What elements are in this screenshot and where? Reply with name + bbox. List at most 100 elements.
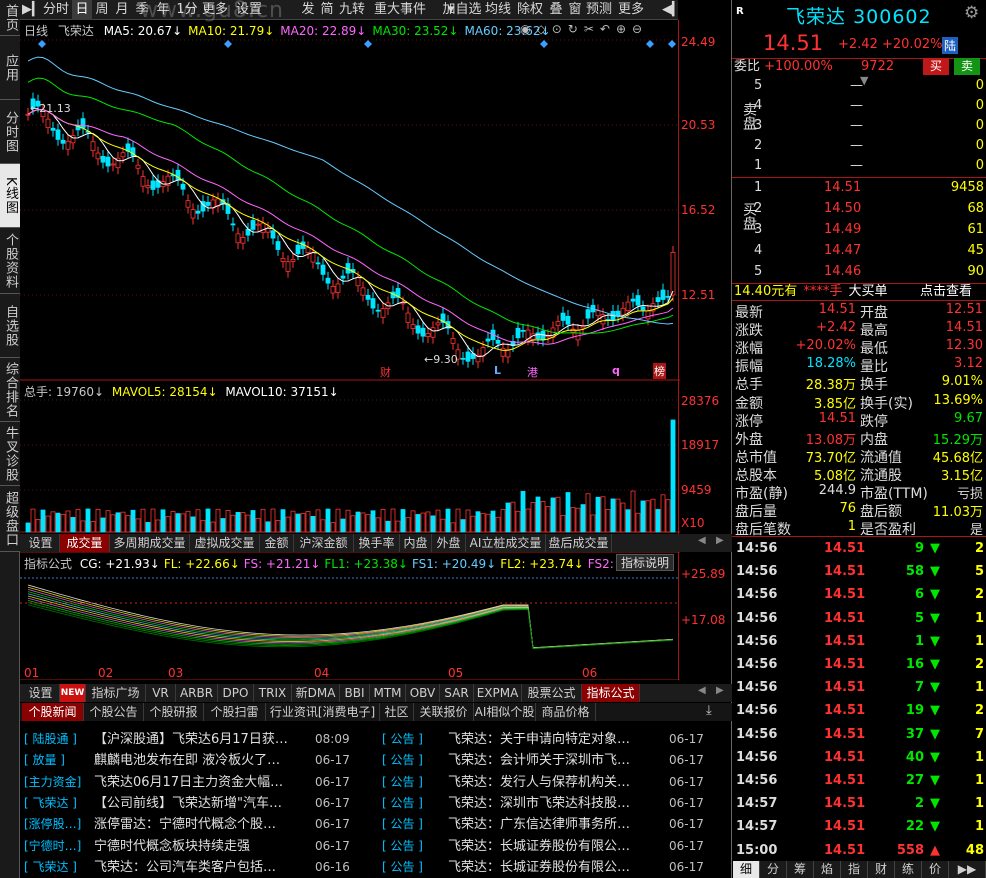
tab-scroll-right-icon[interactable]: ▶ <box>716 535 724 546</box>
toolbar-ma[interactable]: 均线 <box>482 0 514 20</box>
indicator-tab-0[interactable]: 设置 <box>22 684 60 702</box>
buy-button[interactable]: 买 <box>923 58 949 75</box>
indicator-tab-7[interactable]: 新DMA <box>292 684 340 702</box>
vol-tab-4[interactable]: 金额 <box>260 534 294 552</box>
news-item[interactable]: [ 公告 ] 飞荣达：会计师关于深圳市飞… 06-17 <box>382 750 709 771</box>
indicator-tab-8[interactable]: BBI <box>340 684 370 702</box>
toolbar-major-events[interactable]: 重大事件 <box>370 0 430 20</box>
news-tab-5[interactable]: 社区 <box>380 703 414 721</box>
detail-tab-0[interactable]: 细 <box>733 861 760 878</box>
indicator-tab-4[interactable]: ARBR <box>176 684 218 702</box>
indicator-help-button[interactable]: 指标说明 <box>616 554 675 571</box>
sidebar-tab-app[interactable]: 应用 <box>0 36 20 100</box>
news-tag[interactable]: [ 公告 ] <box>382 814 448 835</box>
indicator-tab-11[interactable]: SAR <box>440 684 474 702</box>
news-item[interactable]: [ 陆股通 ] 【沪深股通】飞荣达6月17日获… 08:09 <box>24 729 355 750</box>
news-item[interactable]: [ 公告 ] 飞荣达：深圳市飞荣达科技股… 06-17 <box>382 793 709 814</box>
news-title[interactable]: 飞荣达：发行人与保荐机构关… <box>448 772 668 793</box>
indicator-tab-10[interactable]: OBV <box>406 684 440 702</box>
vol-tab-8[interactable]: 外盘 <box>432 534 466 552</box>
tab-scroll-left-icon[interactable]: ◀ <box>698 535 706 546</box>
indicator-tab-1[interactable]: NEW <box>60 684 86 702</box>
news-tag[interactable]: [ 飞荣达 ] <box>24 793 94 814</box>
marker-q[interactable]: q <box>612 364 620 377</box>
indicator-tab-2[interactable]: 指标广场 <box>86 684 146 702</box>
toolbar-overlay[interactable]: 叠 <box>546 0 566 20</box>
sell-button[interactable]: 卖 <box>954 58 980 75</box>
toolbar-timeshare[interactable]: 分时 <box>40 0 72 20</box>
detail-tab-4[interactable]: 指 <box>841 861 868 878</box>
marker-cai[interactable]: 财 <box>380 364 391 380</box>
news-tag[interactable]: [ 公告 ] <box>382 857 448 878</box>
indicator-tab-14[interactable]: 指标公式 <box>582 684 640 702</box>
indicator-tab-3[interactable]: VR <box>146 684 176 702</box>
indicator-tab-5[interactable]: DPO <box>218 684 254 702</box>
detail-tab-more-icon[interactable]: ▶▶ <box>949 861 986 878</box>
marker-l[interactable]: L <box>494 364 501 377</box>
vol-tab-0[interactable]: 设置 <box>22 534 60 552</box>
news-item[interactable]: [宁德时…] 宁德时代概念板块持续走强 06-17 <box>24 836 355 857</box>
news-item[interactable]: [ 公告 ] 飞荣达：发行人与保荐机构关… 06-17 <box>382 772 709 793</box>
dropdown-icon[interactable]: ▾ <box>444 0 458 20</box>
toolbar-window[interactable]: 窗 <box>566 0 584 20</box>
play-icon[interactable]: ▶▎ <box>22 0 42 20</box>
toolbar-day[interactable]: 日 <box>72 0 92 20</box>
news-tag[interactable]: [ 放量 ] <box>24 750 94 771</box>
news-tab-1[interactable]: 个股公告 <box>84 703 144 721</box>
news-item[interactable]: [ 公告 ] 飞荣达：广东信达律师事务所… 06-17 <box>382 814 709 835</box>
ind-scroll-right-icon[interactable]: ▶ <box>716 685 724 696</box>
nav-arrow-icon[interactable]: ◀▎ <box>662 0 682 20</box>
bid-price[interactable]: 14.50 <box>824 201 861 216</box>
news-item[interactable]: [ 公告 ] 飞荣达：长城证券股份有限公… 06-17 <box>382 857 709 878</box>
news-tag[interactable]: [ 公告 ] <box>382 729 448 750</box>
news-title[interactable]: 宁德时代概念板块持续走强 <box>94 836 312 857</box>
bid-price[interactable]: 14.46 <box>824 264 861 279</box>
news-tab-2[interactable]: 个股研报 <box>144 703 204 721</box>
sidebar-tab-home[interactable]: 首页 <box>0 0 20 36</box>
detail-tab-7[interactable]: 价 <box>922 861 949 878</box>
news-title[interactable]: 飞荣达：公司汽车类客户包括… <box>94 857 312 878</box>
indicator-tab-13[interactable]: 股票公式网 <box>522 684 582 718</box>
sidebar-tab-ranking[interactable]: 综合排名 <box>0 358 20 422</box>
ask-price[interactable]: — <box>850 118 863 133</box>
ind-scroll-left-icon[interactable]: ◀ <box>698 685 706 696</box>
news-title[interactable]: 麒麟电池发布在即 液冷板火了… <box>94 750 312 771</box>
news-tag[interactable]: [ 公告 ] <box>382 793 448 814</box>
toolbar-more-2[interactable]: 更多 <box>614 0 648 20</box>
bid-price[interactable]: 14.49 <box>824 222 861 237</box>
sidebar-tab-watchlist[interactable]: 自选股 <box>0 294 20 358</box>
detail-tab-6[interactable]: 练 <box>895 861 922 878</box>
toolbar-simple[interactable]: 简 <box>318 0 336 20</box>
news-item[interactable]: [ 飞荣达 ] 【公司前线】飞荣达新增"汽车… 06-17 <box>24 793 355 814</box>
news-item[interactable]: [ 公告 ] 飞荣达：关于申请向特定对象… 06-17 <box>382 729 709 750</box>
marker-bang[interactable]: 榜 <box>653 363 666 379</box>
big-order-link[interactable]: 点击查看 <box>920 283 972 300</box>
news-title[interactable]: 【公司前线】飞荣达新增"汽车… <box>94 793 312 814</box>
download-icon[interactable]: ⤓ <box>706 703 712 718</box>
toolbar-ex-rights[interactable]: 除权 <box>514 0 546 20</box>
news-tab-6[interactable]: 关联报价 <box>414 703 474 721</box>
detail-tab-2[interactable]: 筹 <box>787 861 814 878</box>
toolbar-forecast[interactable]: 预测 <box>584 0 614 20</box>
news-title[interactable]: 飞荣达：长城证券股份有限公… <box>448 857 668 878</box>
news-item[interactable]: [ 飞荣达 ] 飞荣达：公司汽车类客户包括… 06-16 <box>24 857 355 878</box>
news-tag[interactable]: [涨停股…] <box>24 814 94 835</box>
news-title[interactable]: 飞荣达：长城证券股份有限公… <box>448 836 668 857</box>
vol-tab-3[interactable]: 虚拟成交量 <box>190 534 260 552</box>
marker-gang[interactable]: 港 <box>527 364 538 380</box>
news-tag[interactable]: [宁德时…] <box>24 836 94 857</box>
toolbar-publish[interactable]: 发 <box>298 0 318 20</box>
indicator-tab-12[interactable]: EXPMA <box>474 684 522 702</box>
ask-price[interactable]: — <box>850 138 863 153</box>
news-tag[interactable]: [ 公告 ] <box>382 836 448 857</box>
vol-tab-9[interactable]: AI立桩成交量 <box>466 534 546 552</box>
news-title[interactable]: 飞荣达06月17日主力资金大幅… <box>94 772 312 793</box>
vol-tab-2[interactable]: 多周期成交量 <box>110 534 190 552</box>
vol-tab-5[interactable]: 沪深金额 <box>294 534 354 552</box>
news-tag[interactable]: [主力资金] <box>24 772 94 793</box>
sidebar-tab-kline[interactable]: K线图 <box>0 164 20 228</box>
ask-price[interactable]: — <box>850 98 863 113</box>
news-title[interactable]: 飞荣达：深圳市飞荣达科技股… <box>448 793 668 814</box>
toolbar-month[interactable]: 月 <box>112 0 132 20</box>
news-item[interactable]: [主力资金] 飞荣达06月17日主力资金大幅… 06-17 <box>24 772 355 793</box>
